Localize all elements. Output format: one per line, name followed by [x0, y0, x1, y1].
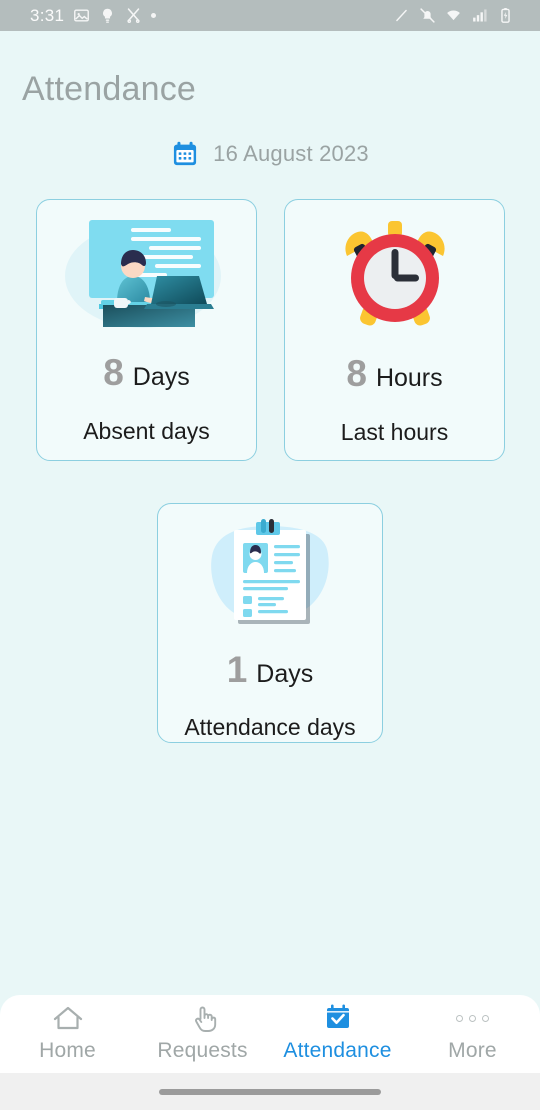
- card-label: Absent days: [83, 418, 210, 444]
- system-gesture-bar: [0, 1073, 540, 1110]
- card-label: Attendance days: [184, 714, 356, 740]
- lightbulb-icon: [99, 7, 116, 24]
- current-date-label: 16 August 2023: [213, 141, 369, 166]
- wifi-icon: [445, 7, 462, 24]
- stat-card-absent-days[interactable]: 8 Days Absent days: [36, 199, 257, 461]
- notifications-muted-icon: [419, 7, 436, 24]
- stat-card-last-hours[interactable]: 8 Hours Last hours: [284, 199, 505, 461]
- home-indicator-pill[interactable]: [159, 1088, 381, 1095]
- metric-value: 8: [346, 353, 367, 394]
- calendar-icon: [171, 140, 199, 168]
- card-metric: 8 Hours: [346, 355, 442, 392]
- page-title: Attendance: [22, 70, 197, 108]
- metric-unit: Days: [256, 660, 314, 688]
- three-dots-icon: [456, 1003, 490, 1033]
- metric-unit: Hours: [375, 364, 443, 392]
- status-bar-clock: 3:31: [30, 5, 65, 25]
- app-screen: 3:31 Attendance 16 August 2023 8 Days Ab…: [0, 0, 540, 1110]
- dot-icon: [151, 13, 157, 18]
- card-label: Last hours: [340, 419, 449, 445]
- image-icon: [73, 7, 90, 24]
- metric-unit: Days: [132, 363, 190, 391]
- alarm-clock-illustration: [325, 215, 465, 337]
- battery-icon: [497, 7, 514, 24]
- status-bar: 3:31: [0, 0, 540, 31]
- pointing-hand-icon: [186, 1003, 220, 1033]
- cellular-signal-icon: [471, 7, 488, 24]
- status-bar-right: [393, 7, 514, 24]
- home-icon: [51, 1003, 85, 1033]
- three-dots-glyph: [456, 1014, 489, 1022]
- nav-label: Home: [39, 1039, 96, 1062]
- bottom-navigation-bar: Home Requests Attendance More: [0, 995, 540, 1073]
- pencil-slash-icon: [393, 7, 410, 24]
- nav-label: Requests: [157, 1039, 248, 1062]
- nav-item-attendance[interactable]: Attendance: [270, 1003, 405, 1063]
- stat-card-attendance-days[interactable]: 1 Days Attendance days: [157, 503, 383, 743]
- nav-label: Attendance: [283, 1039, 392, 1062]
- date-row[interactable]: 16 August 2023: [0, 140, 540, 168]
- metric-value: 1: [226, 649, 248, 690]
- nav-item-more[interactable]: More: [405, 1003, 540, 1063]
- nav-item-home[interactable]: Home: [0, 1003, 135, 1063]
- status-bar-left: 3:31: [30, 5, 157, 26]
- person-at-desk-illustration: [59, 214, 234, 332]
- resume-clipboard-illustration: [190, 516, 350, 631]
- calendar-check-icon: [321, 1003, 355, 1033]
- scissors-icon: [125, 7, 142, 24]
- nav-item-requests[interactable]: Requests: [135, 1003, 270, 1063]
- card-metric: 1 Days: [227, 651, 314, 688]
- card-metric: 8 Days: [103, 354, 190, 391]
- nav-label: More: [448, 1039, 497, 1062]
- metric-value: 8: [103, 352, 124, 393]
